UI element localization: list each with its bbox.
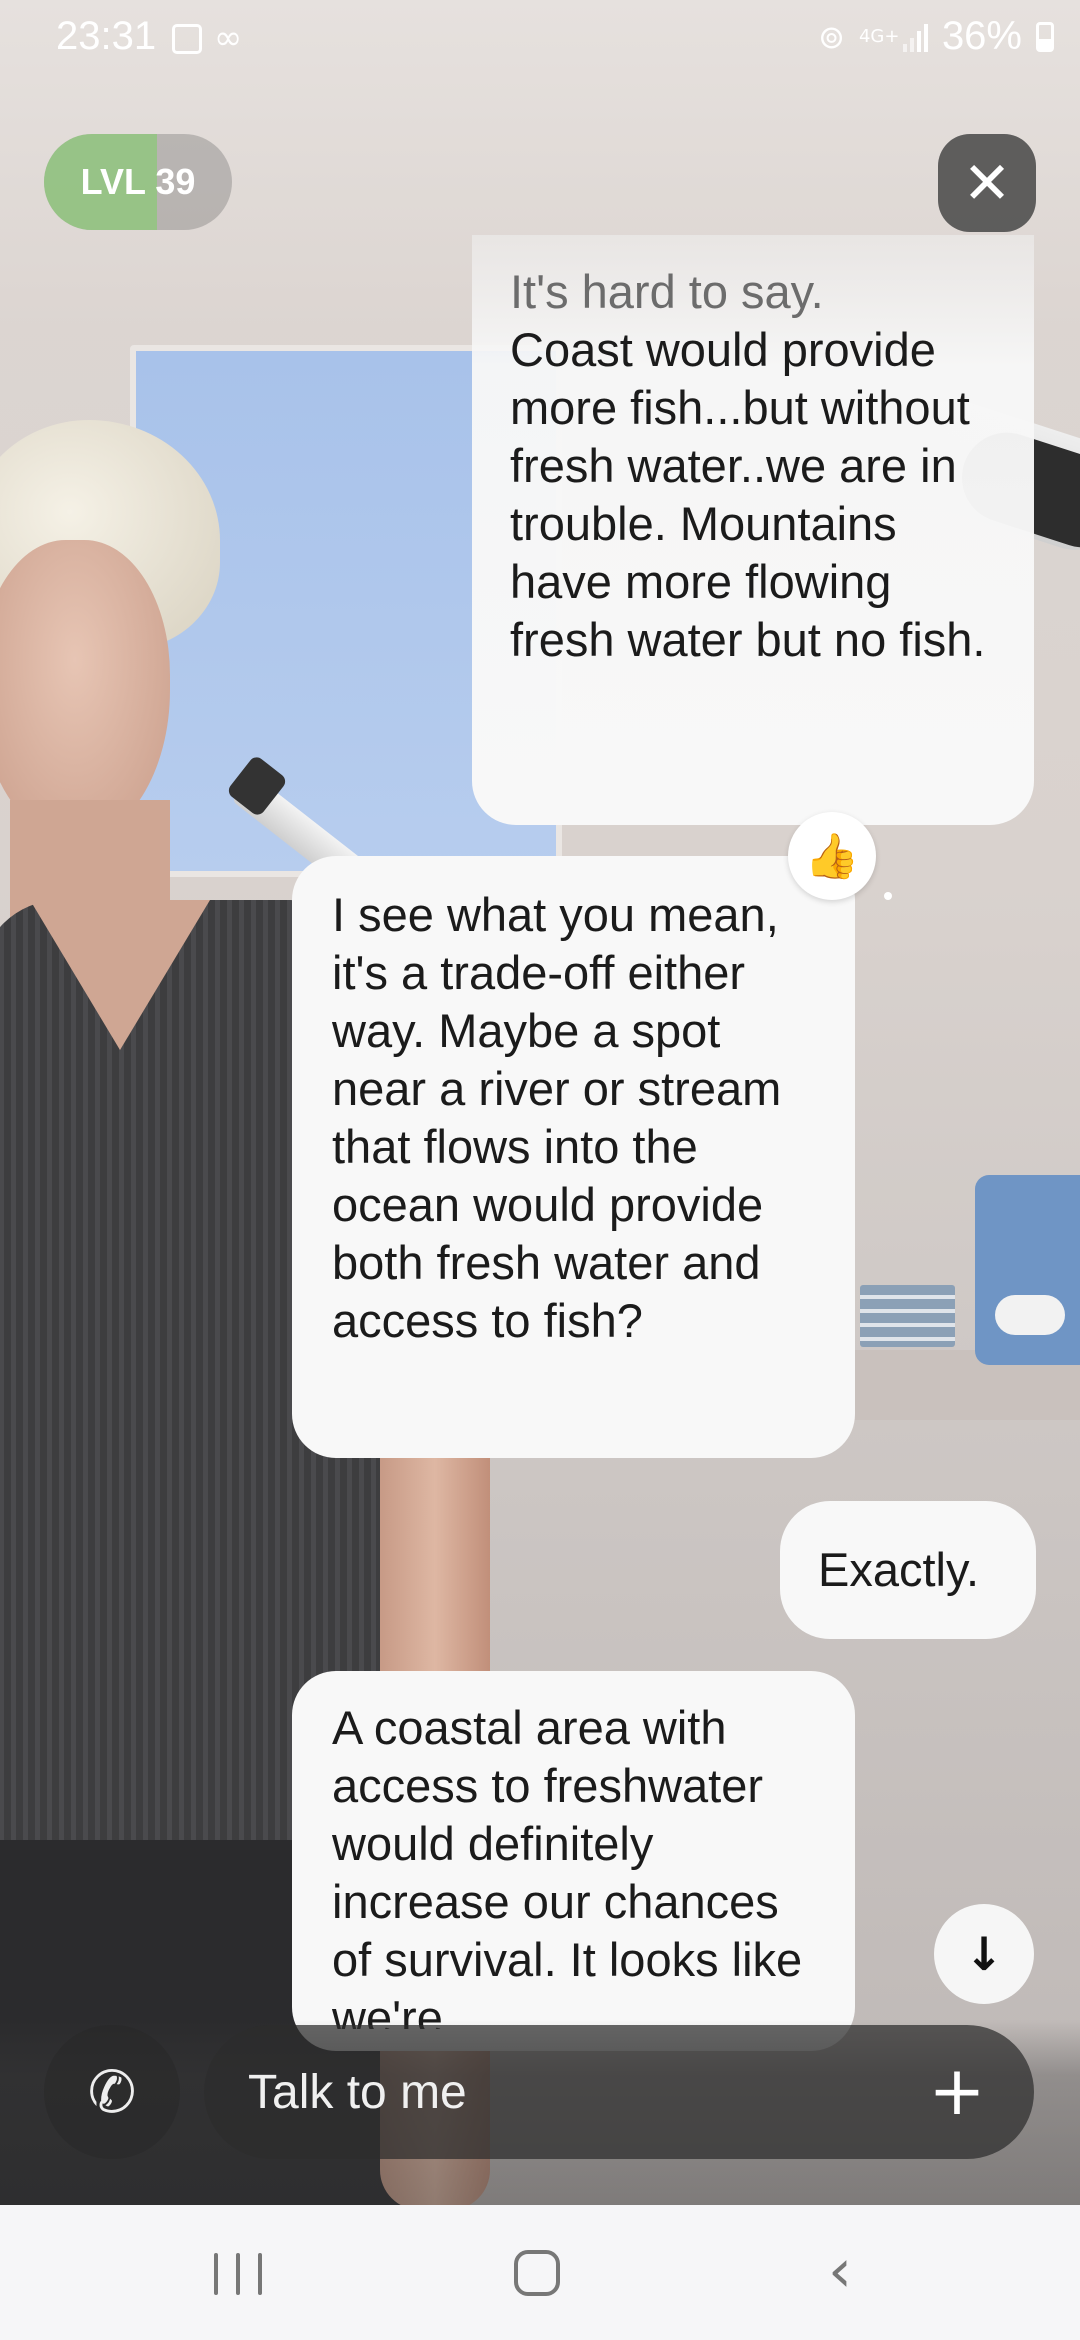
message-text-faded: It's hard to say. — [510, 265, 824, 318]
level-label: LVL 39 — [80, 161, 196, 202]
close-button[interactable]: ✕ — [938, 134, 1036, 232]
message-reaction[interactable]: 👍 — [788, 812, 876, 900]
message-text: Coast would provide more fish...but with… — [510, 323, 986, 666]
add-button[interactable]: + — [920, 2055, 994, 2129]
hotspot-icon: ⊚ — [818, 17, 845, 56]
thumbs-up-icon: 👍 — [804, 831, 860, 882]
book-stack — [860, 1285, 955, 1347]
chat-message-user: Exactly. — [780, 1501, 1036, 1639]
call-button[interactable]: ✆ — [44, 2025, 180, 2159]
reaction-indicator-dot — [884, 892, 892, 900]
gallery-notification-icon — [172, 24, 202, 54]
recent-apps-button[interactable] — [214, 2253, 262, 2295]
status-bar: 23:31 ∞ ⊚ 4G+ 36% — [0, 0, 1080, 80]
chat-message-bot[interactable]: I see what you mean, it's a trade-off ei… — [292, 856, 855, 1458]
close-icon: ✕ — [962, 149, 1012, 217]
status-right-group: ⊚ 4G+ 36% — [818, 14, 1054, 59]
arrow-down-icon: ↓ — [964, 1927, 1004, 1981]
message-input[interactable] — [248, 2025, 848, 2159]
status-time: 23:31 — [56, 14, 157, 58]
system-nav-bar: ‹ — [0, 2205, 1080, 2340]
signal-icon — [902, 22, 928, 52]
phone-icon: ✆ — [87, 2058, 137, 2126]
battery-percent: 36% — [941, 14, 1022, 58]
chat-message-bot[interactable]: A coastal area with access to freshwater… — [292, 1671, 855, 2051]
infinity-notification-icon: ∞ — [214, 18, 243, 58]
network-type: 4G+ — [858, 25, 900, 47]
chat-message-user: It's hard to say. Coast would provide mo… — [472, 235, 1034, 825]
message-text: Exactly. — [818, 1543, 980, 1596]
plus-icon: + — [928, 2052, 986, 2131]
battery-icon — [1036, 21, 1054, 52]
home-button[interactable] — [514, 2250, 560, 2296]
message-text: I see what you mean, it's a trade-off ei… — [332, 888, 795, 1347]
blue-cushion — [975, 1175, 1080, 1365]
level-badge[interactable]: LVL 39 — [44, 134, 232, 230]
scroll-to-bottom-button[interactable]: ↓ — [934, 1904, 1034, 2004]
message-text: A coastal area with access to freshwater… — [332, 1701, 815, 2029]
back-button[interactable]: ‹ — [828, 2241, 852, 2301]
message-input-bar: + — [204, 2025, 1034, 2159]
